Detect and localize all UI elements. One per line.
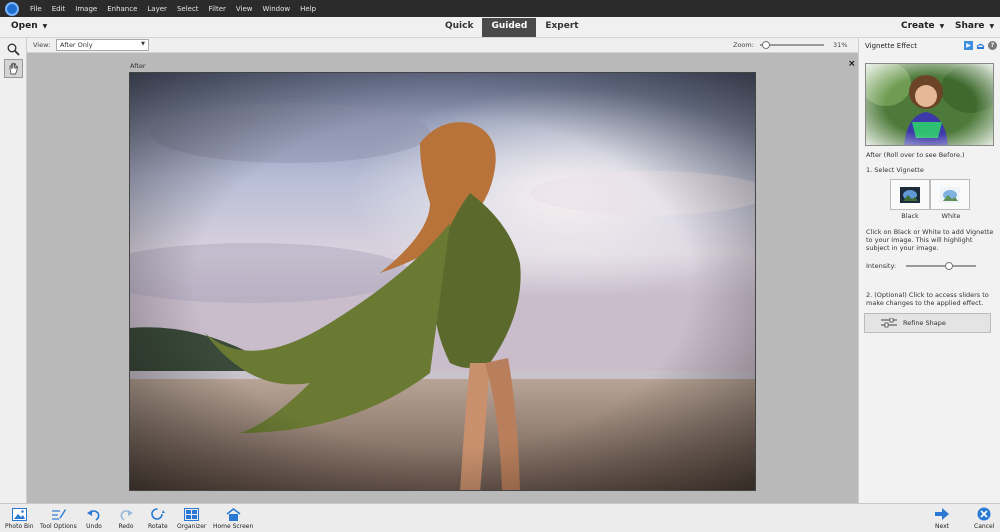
arrow-right-icon xyxy=(934,506,950,522)
rotate-label: Rotate xyxy=(148,523,168,530)
intensity-slider[interactable] xyxy=(906,262,976,270)
play-icon[interactable]: ▶ xyxy=(964,41,973,50)
white-label: White xyxy=(941,212,961,220)
tab-guided[interactable]: Guided xyxy=(482,18,537,37)
menu-filter[interactable]: Filter xyxy=(204,5,231,13)
share-caret-icon: ▼ xyxy=(989,23,995,30)
home-screen-label: Home Screen xyxy=(213,523,254,530)
menu-image[interactable]: Image xyxy=(70,5,102,13)
close-icon[interactable]: × xyxy=(848,59,856,69)
open-button[interactable]: Open ▼ xyxy=(11,21,47,31)
magnifier-icon xyxy=(7,43,20,56)
undo-icon xyxy=(86,506,102,522)
black-label: Black xyxy=(901,212,919,220)
panel-icons: ▶ ? xyxy=(964,41,997,50)
open-caret-icon: ▼ xyxy=(42,23,48,30)
share-label: Share xyxy=(955,21,985,31)
create-caret-icon: ▼ xyxy=(939,23,945,30)
options-bar: View: After Only ▼ Zoom: 31% xyxy=(27,38,858,53)
zoom-tool[interactable] xyxy=(4,40,23,59)
organizer-label: Organizer xyxy=(177,523,207,530)
menu-window[interactable]: Window xyxy=(258,5,296,13)
mode-bar: Open ▼ Quick Guided Expert Create ▼ Share ▼ xyxy=(0,17,1000,38)
home-icon xyxy=(225,506,241,522)
zoom-value: 31% xyxy=(833,41,848,49)
redo-icon xyxy=(118,506,134,522)
menu-select[interactable]: Select xyxy=(172,5,204,13)
next-label: Next xyxy=(935,523,949,530)
black-vignette-icon xyxy=(900,186,920,203)
redo-button[interactable]: Redo xyxy=(118,506,134,530)
beach-photo xyxy=(130,73,755,490)
undo-button[interactable]: Undo xyxy=(86,506,102,530)
next-button[interactable]: Next xyxy=(934,506,950,530)
cancel-button[interactable]: Cancel xyxy=(974,506,994,530)
refine-shape-button[interactable]: Refine Shape xyxy=(864,313,991,333)
view-label: View: xyxy=(33,41,51,49)
refine-shape-label: Refine Shape xyxy=(903,319,946,327)
tool-strip xyxy=(0,38,27,503)
cancel-label: Cancel xyxy=(974,523,995,530)
share-button[interactable]: Share ▼ xyxy=(955,21,994,31)
hand-icon xyxy=(9,62,18,75)
photo-bin-button[interactable]: Photo Bin xyxy=(5,506,34,530)
menu-edit[interactable]: Edit xyxy=(47,5,71,13)
canvas-label: After xyxy=(130,62,146,70)
bottom-bar: Photo Bin Tool Options Undo Redo Rotate … xyxy=(0,503,1000,532)
tool-options-icon xyxy=(50,506,66,522)
mode-tabs: Quick Guided Expert xyxy=(436,18,588,37)
step1-label: 1. Select Vignette xyxy=(866,166,924,174)
hand-tool[interactable] xyxy=(4,59,23,78)
rotate-button[interactable]: Rotate xyxy=(148,506,168,530)
photo-canvas[interactable] xyxy=(129,72,756,491)
photo-bin-label: Photo Bin xyxy=(5,523,34,530)
tool-options-button[interactable]: Tool Options xyxy=(40,506,77,530)
tab-expert[interactable]: Expert xyxy=(536,18,587,37)
menu-file[interactable]: File xyxy=(25,5,47,13)
guided-panel: Vignette Effect ▶ ? After (Roll over to … xyxy=(858,38,1000,503)
open-label: Open xyxy=(11,21,38,31)
vignette-buttons xyxy=(890,179,970,210)
redo-label: Redo xyxy=(118,523,134,530)
zoom-slider[interactable] xyxy=(760,41,824,49)
view-select-value: After Only xyxy=(60,41,93,49)
help-icon[interactable]: ? xyxy=(988,41,997,50)
reset-icon[interactable] xyxy=(976,41,985,50)
rotate-icon xyxy=(150,506,166,522)
zoom-label: Zoom: xyxy=(733,41,754,49)
menu-bar: File Edit Image Enhance Layer Select Fil… xyxy=(0,0,1000,17)
home-screen-button[interactable]: Home Screen xyxy=(213,506,253,530)
preview-image xyxy=(866,64,993,145)
menu-enhance[interactable]: Enhance xyxy=(102,5,142,13)
tool-options-label: Tool Options xyxy=(40,523,77,530)
cancel-icon xyxy=(976,506,992,522)
organizer-button[interactable]: Organizer xyxy=(177,506,206,530)
menu-help[interactable]: Help xyxy=(295,5,321,13)
step2-text: 2. (Optional) Click to access sliders to… xyxy=(866,291,989,307)
undo-label: Undo xyxy=(86,523,102,530)
menu-layer[interactable]: Layer xyxy=(142,5,172,13)
create-button[interactable]: Create ▼ xyxy=(901,21,944,31)
black-vignette-button[interactable] xyxy=(890,179,930,210)
white-vignette-icon xyxy=(940,186,960,203)
after-caption: After (Roll over to see Before.) xyxy=(866,151,965,159)
preview-thumbnail[interactable] xyxy=(865,63,994,146)
organizer-icon xyxy=(184,506,200,522)
create-label: Create xyxy=(901,21,935,31)
zoom-slider-thumb[interactable] xyxy=(762,41,771,49)
view-select[interactable]: After Only ▼ xyxy=(56,39,149,51)
menu-view[interactable]: View xyxy=(231,5,258,13)
panel-title: Vignette Effect xyxy=(865,42,917,50)
sliders-icon xyxy=(881,318,897,328)
vignette-help-text: Click on Black or White to add Vignette … xyxy=(866,228,994,252)
app-logo-icon xyxy=(5,1,19,16)
white-vignette-button[interactable] xyxy=(930,179,970,210)
photo-bin-icon xyxy=(11,506,27,522)
tab-quick[interactable]: Quick xyxy=(436,18,482,37)
chevron-down-icon: ▼ xyxy=(141,41,145,47)
